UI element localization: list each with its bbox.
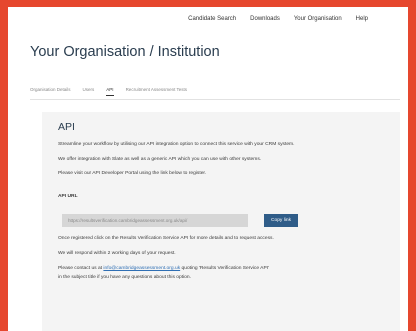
api-panel: API Streamline your workflow by utilisin… <box>42 112 400 331</box>
app-window: Candidate Search Downloads Your Organisa… <box>8 7 408 331</box>
api-url-label: API URL <box>58 194 78 199</box>
api-registered-text: Once registered click on the Results Ver… <box>58 236 274 241</box>
tab-organisation-details[interactable]: Organisation Details <box>30 87 71 96</box>
copy-link-button[interactable]: Copy link <box>264 214 298 227</box>
nav-candidate-search[interactable]: Candidate Search <box>188 16 236 22</box>
nav-help[interactable]: Help <box>356 16 368 22</box>
nav-downloads[interactable]: Downloads <box>250 16 280 22</box>
page-title: Your Organisation / Institution <box>30 44 220 60</box>
top-navigation: Candidate Search Downloads Your Organisa… <box>8 7 408 31</box>
api-visit-text: Please visit our API Developer Portal us… <box>58 171 207 176</box>
api-intro-text: Streamline your workflow by utilising ou… <box>58 142 295 147</box>
tab-api[interactable]: API <box>106 87 114 96</box>
api-respond-text: We will respond within 2 working days of… <box>58 251 176 256</box>
tabs-divider <box>30 99 400 100</box>
api-contact-text-line2: in the subject title if you have any que… <box>58 275 191 280</box>
contact-suffix: quoting 'Results Verification Service AP… <box>180 266 269 271</box>
api-contact-text: Please contact us at info@cambridgeasses… <box>58 266 269 271</box>
api-heading: API <box>58 121 75 133</box>
tab-bar: Organisation Details Users API Recruitme… <box>30 87 187 96</box>
contact-email-link[interactable]: info@cambridgeassessment.org.uk <box>103 266 180 271</box>
api-offer-text: We offer integration with Slate as well … <box>58 157 262 162</box>
contact-prefix: Please contact us at <box>58 266 104 271</box>
tab-users[interactable]: Users <box>83 87 95 96</box>
nav-your-organisation[interactable]: Your Organisation <box>294 16 342 22</box>
api-url-field[interactable] <box>62 214 248 227</box>
tab-recruitment-assessment-tests[interactable]: Recruitment Assessment Tests <box>126 87 187 96</box>
